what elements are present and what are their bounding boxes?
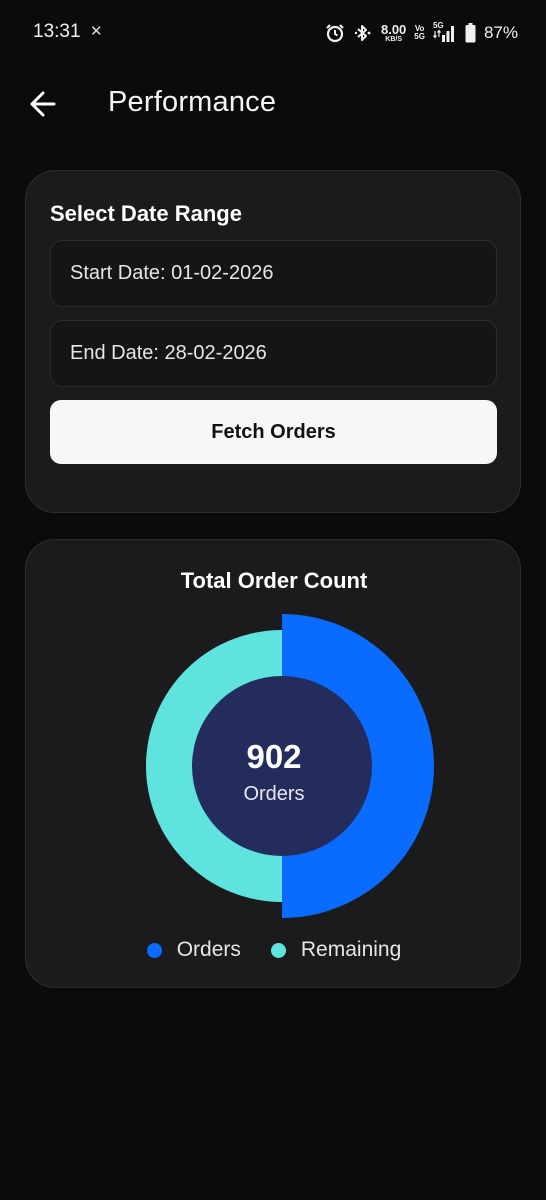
- chart-legend: Orders Remaining: [26, 938, 522, 962]
- status-bar: 13:31 ✕ 8.00 KB/S Vo 5G 5G 87%: [0, 0, 546, 64]
- fetch-orders-label: Fetch Orders: [211, 420, 336, 443]
- date-range-title: Select Date Range: [50, 201, 242, 226]
- center-value: 902: [246, 738, 302, 775]
- status-icons: 8.00 KB/S Vo 5G 5G 87%: [325, 20, 518, 46]
- x-app-icon: ✕: [90, 23, 103, 40]
- legend-dot-remaining: [270, 942, 286, 958]
- legend-label-orders: Orders: [176, 938, 241, 961]
- screen: 13:31 ✕ 8.00 KB/S Vo 5G 5G 87% Performan…: [0, 0, 546, 1200]
- fetch-orders-button[interactable]: Fetch Orders: [50, 400, 497, 464]
- page-title: Performance: [108, 86, 277, 118]
- legend-item-orders[interactable]: Orders: [146, 938, 241, 962]
- battery-percent: 87%: [483, 23, 518, 42]
- back-button[interactable]: [28, 86, 60, 122]
- volte-bottom: 5G: [414, 32, 425, 41]
- network-speed: 8.00 KB/S: [381, 23, 406, 43]
- network-speed-value: 8.00: [380, 22, 407, 37]
- status-time: 13:31: [33, 21, 81, 42]
- start-date-label: Start Date: 01-02-2026: [70, 262, 274, 284]
- start-date-field[interactable]: Start Date: 01-02-2026: [50, 240, 497, 307]
- end-date-field[interactable]: End Date: 28-02-2026: [50, 320, 497, 387]
- volte-indicator: Vo 5G: [414, 25, 425, 41]
- arrow-left-icon: [30, 91, 56, 117]
- legend-item-remaining[interactable]: Remaining: [270, 938, 402, 962]
- end-date-label: End Date: 28-02-2026: [70, 342, 267, 364]
- bluetooth-icon: [354, 25, 371, 41]
- legend-dot-orders: [146, 942, 162, 958]
- chart-title: Total Order Count: [180, 568, 368, 593]
- date-range-card: Select Date Range Start Date: 01-02-2026…: [25, 170, 521, 513]
- center-label: Orders: [243, 783, 305, 805]
- network-speed-unit: KB/S: [385, 36, 402, 43]
- alarm-icon: [326, 24, 344, 43]
- battery-icon: [465, 23, 476, 43]
- signal-icon: 5G: [433, 21, 457, 43]
- legend-label-remaining: Remaining: [300, 938, 402, 961]
- order-count-card: Total Order Count 902 Orders Orders Rema…: [25, 539, 521, 988]
